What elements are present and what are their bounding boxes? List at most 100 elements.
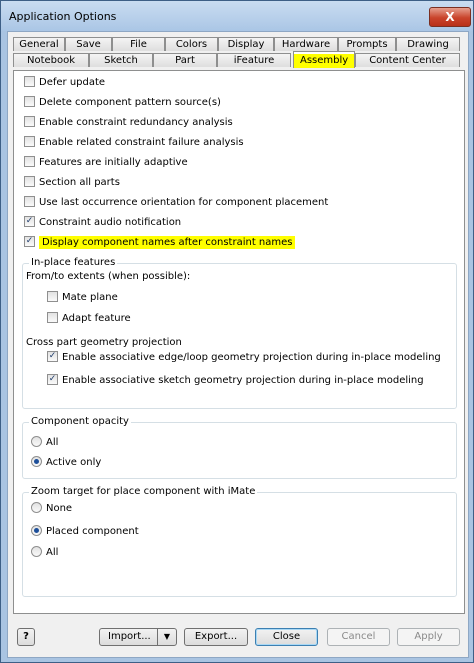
cancel-label: Cancel [341,631,376,642]
checkbox[interactable] [47,311,58,323]
display-component-names-option[interactable]: ✓ Display component names after constrain… [24,235,296,251]
apply-button[interactable]: Apply [397,628,460,646]
option-label: Enable constraint redundancy analysis [39,117,233,128]
section-all-parts-option[interactable]: Section all parts [24,175,120,191]
option-label: Placed component [46,526,139,537]
zoom-placed-component-option[interactable]: Placed component [31,524,139,540]
inplace-features-group: In-place features From/to extents (when … [22,257,457,409]
option-label-highlighted: Display component names after constraint… [39,236,296,249]
assembly-tab-panel: Defer update Delete component pattern so… [13,70,465,614]
option-label: All [46,547,59,558]
constraint-audio-option[interactable]: ✓ Constraint audio notification [24,215,181,231]
radio-button-selected[interactable] [31,455,42,467]
checkbox[interactable] [24,115,35,127]
tab-label: Display [227,39,265,50]
dialog-body: General Save File Colors Display Hardwar… [7,31,469,658]
opacity-all-option[interactable]: All [31,435,58,451]
features-adaptive-option[interactable]: Features are initially adaptive [24,155,188,171]
checkbox[interactable] [24,175,35,187]
import-label: Import... [108,631,151,642]
application-options-window: Application Options X General Save File … [0,0,474,663]
option-label: Enable related constraint failure analys… [39,137,244,148]
tab-drawing[interactable]: Drawing [396,37,460,51]
checkbox-checked[interactable]: ✓ [24,235,35,247]
option-label: Features are initially adaptive [39,157,188,168]
zoom-all-option[interactable]: All [31,545,58,561]
group-label: In-place features [29,257,118,268]
help-button[interactable]: ? [17,628,35,646]
option-label: Enable associative sketch geometry proje… [62,375,424,386]
extents-label: From/to extents (when possible): [26,271,191,282]
close-button[interactable]: Close [255,628,318,646]
help-icon: ? [23,631,29,642]
tab-colors[interactable]: Colors [165,37,218,51]
option-label: Constraint audio notification [39,217,182,228]
component-opacity-group: Component opacity All Active only [22,416,457,479]
checkbox-checked[interactable]: ✓ [24,215,35,227]
option-label: Active only [46,457,102,468]
tab-content-center[interactable]: Content Center [355,53,460,67]
title-bar[interactable]: Application Options X [1,1,473,31]
zoom-none-option[interactable]: None [31,501,72,517]
defer-update-option[interactable]: Defer update [24,75,105,91]
tab-assembly[interactable]: Assembly [293,51,355,68]
option-label: Mate plane [62,292,118,303]
tab-label: Content Center [369,55,446,66]
assoc-edge-projection-option[interactable]: ✓ Enable associative edge/loop geometry p… [47,350,441,366]
checkbox[interactable] [24,135,35,147]
tab-label: Hardware [281,39,331,50]
adapt-feature-option[interactable]: Adapt feature [47,311,131,327]
tab-hardware[interactable]: Hardware [274,37,338,51]
close-label: Close [272,631,301,642]
constraint-failure-option[interactable]: Enable related constraint failure analys… [24,135,244,151]
tab-ifeature[interactable]: iFeature [217,53,291,67]
window-title: Application Options [9,10,117,23]
radio-button-selected[interactable] [31,524,42,536]
checkbox[interactable] [24,75,35,87]
checkbox[interactable] [47,290,58,302]
option-label: All [46,437,59,448]
last-occurrence-orientation-option[interactable]: Use last occurrence orientation for comp… [24,195,328,211]
delete-pattern-source-option[interactable]: Delete component pattern source(s) [24,95,221,111]
checkbox[interactable] [24,155,35,167]
group-label: Zoom target for place component with iMa… [29,486,258,497]
opacity-active-only-option[interactable]: Active only [31,455,101,471]
tab-display[interactable]: Display [218,37,274,51]
checkbox-checked[interactable]: ✓ [47,373,58,385]
checkbox-checked[interactable]: ✓ [47,350,58,362]
constraint-redundancy-option[interactable]: Enable constraint redundancy analysis [24,115,233,131]
option-label: Section all parts [39,177,120,188]
radio-button[interactable] [31,435,42,447]
tab-label: Save [76,39,101,50]
export-button[interactable]: Export... [184,628,248,646]
option-label: Delete component pattern source(s) [39,97,221,108]
tab-part[interactable]: Part [153,53,217,67]
tab-label: File [130,39,147,50]
import-button[interactable]: Import... ▼ [99,628,177,646]
tab-label: Part [175,55,195,66]
radio-button[interactable] [31,501,42,513]
cancel-button[interactable]: Cancel [327,628,390,646]
tab-label: iFeature [233,55,275,66]
mate-plane-option[interactable]: Mate plane [47,290,118,306]
chevron-down-icon[interactable]: ▼ [157,629,176,645]
checkbox[interactable] [24,195,35,207]
tab-label: Prompts [346,39,388,50]
tab-prompts[interactable]: Prompts [338,37,396,51]
projection-label: Cross part geometry projection [26,337,182,348]
close-window-button[interactable]: X [429,7,471,27]
tab-label: Notebook [26,55,76,66]
apply-label: Apply [414,631,443,642]
tab-sketch[interactable]: Sketch [89,53,153,67]
tab-general[interactable]: General [13,37,65,51]
tab-file[interactable]: File [112,37,165,51]
tab-save[interactable]: Save [65,37,112,51]
assoc-sketch-projection-option[interactable]: ✓ Enable associative sketch geometry proj… [47,373,424,389]
tab-notebook[interactable]: Notebook [13,53,89,67]
tab-label: Drawing [407,39,449,50]
checkbox[interactable] [24,95,35,107]
tab-label: Sketch [104,55,138,66]
tab-label: General [19,39,59,50]
option-label: Defer update [39,77,106,88]
radio-button[interactable] [31,545,42,557]
